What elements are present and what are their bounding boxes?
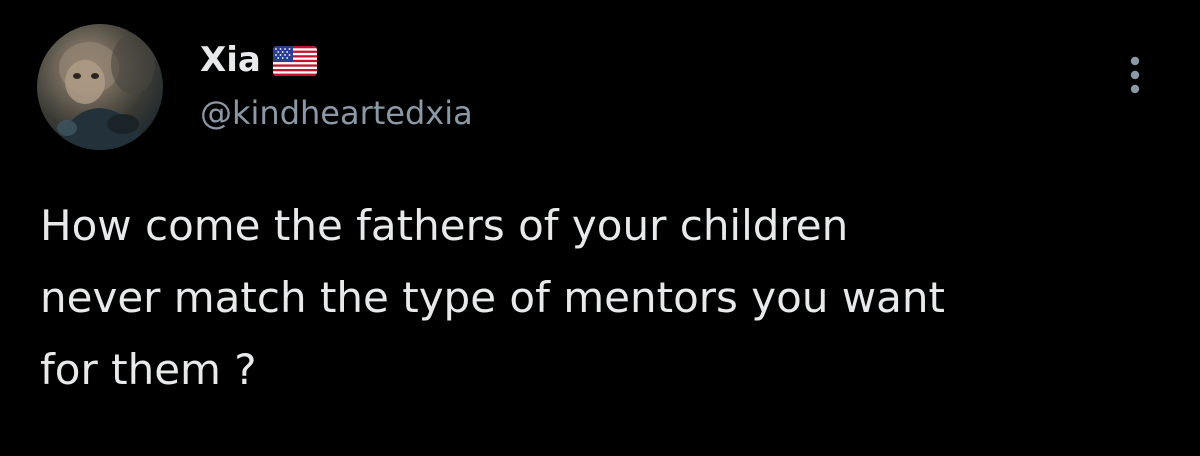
tweet-text: How come the fathers of your children ne… (40, 201, 945, 394)
more-vertical-icon[interactable] (1121, 54, 1149, 96)
us-flag-icon (272, 46, 317, 76)
profile-photo-icon (57, 34, 155, 150)
display-name[interactable]: Xia (200, 40, 261, 80)
avatar[interactable] (37, 24, 163, 150)
tweet: Xia @kindheartedxia How come the fathers… (0, 0, 1200, 456)
author-name-row[interactable]: Xia (200, 38, 317, 82)
author-handle[interactable]: @kindheartedxia (200, 94, 473, 132)
